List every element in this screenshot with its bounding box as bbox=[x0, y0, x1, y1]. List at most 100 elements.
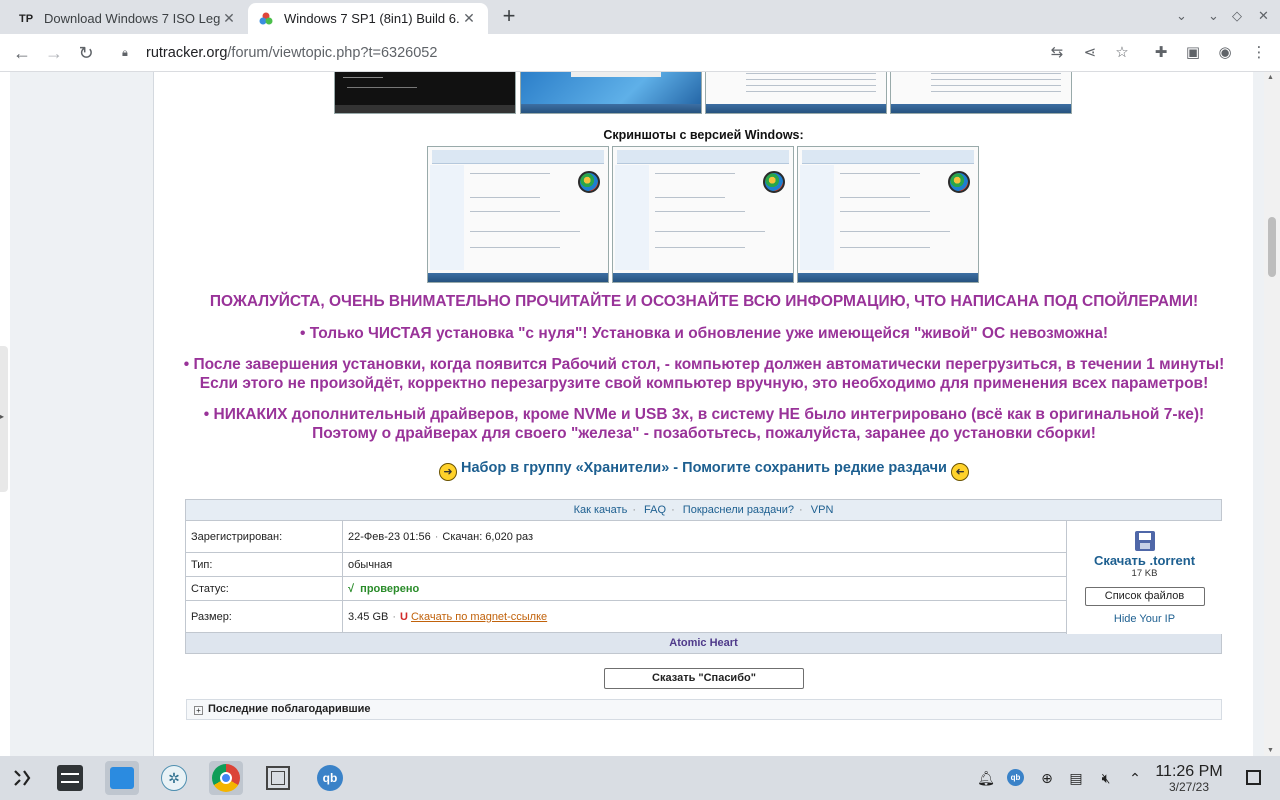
recent-thankers-spoiler[interactable]: + Последние поблагодарившие bbox=[186, 699, 1222, 720]
update-icon[interactable]: ⊕ bbox=[1038, 769, 1056, 787]
page-viewport: ▸ Скриншоты с версией Windows: ПОЖАЛУЙСТ… bbox=[0, 72, 1280, 756]
browser-toolbar: ← → ↻ 🔒︎ rutracker.org/forum/viewtopic.p… bbox=[0, 34, 1280, 72]
system-clock[interactable]: 11:26 PM 3/27/23 bbox=[1153, 763, 1225, 794]
keepers-recruitment: ➜ Набор в группу «Хранители» - Помогите … bbox=[154, 460, 1254, 481]
qbittorrent-tray-icon[interactable]: qb bbox=[1007, 769, 1025, 787]
chrome-app-icon[interactable] bbox=[209, 761, 243, 795]
notice-reboot: • После завершения установки, когда появ… bbox=[183, 356, 1225, 373]
status-label: Статус: bbox=[186, 577, 343, 600]
rutracker-favicon-icon bbox=[258, 11, 274, 27]
screenshots-heading: Скриншоты с версией Windows: bbox=[603, 128, 804, 142]
red-torrents-link[interactable]: Покраснели раздачи? bbox=[683, 504, 794, 516]
download-torrent-link[interactable]: Скачать .torrent bbox=[1067, 553, 1222, 568]
notice-drivers-advice: Поэтому о драйверах для своего "железа" … bbox=[312, 425, 1096, 442]
registered-date: 22-Фев-23 01:56 bbox=[348, 530, 431, 543]
tab-download-windows[interactable]: TP Download Windows 7 ISO Legit ✕ bbox=[8, 3, 248, 34]
screenshot-thumbnail[interactable] bbox=[334, 72, 516, 114]
clipboard-icon[interactable]: ▤ bbox=[1067, 769, 1085, 787]
screenshot-thumbnail[interactable] bbox=[705, 72, 887, 114]
expand-plus-icon: + bbox=[194, 706, 203, 715]
screenshot-thumbnail[interactable] bbox=[612, 146, 794, 283]
extensions-puzzle-icon[interactable]: ✚ bbox=[1151, 43, 1171, 63]
page-scrollbar[interactable]: ▲ ▼ bbox=[1264, 72, 1280, 756]
say-thanks-button[interactable]: Сказать "Спасибо" bbox=[604, 668, 804, 689]
lock-icon: 🔒︎ bbox=[122, 46, 128, 59]
menu-kebab-icon[interactable]: ⋮ bbox=[1249, 43, 1269, 63]
vpn-link[interactable]: VPN bbox=[811, 504, 834, 516]
close-window-icon[interactable]: ✕ bbox=[1258, 8, 1269, 24]
torrent-file-size: 17 KB bbox=[1131, 568, 1158, 579]
ad-banner-atomic-heart[interactable]: Atomic Heart bbox=[186, 632, 1221, 653]
url-path: /forum/viewtopic.php?t=6326052 bbox=[227, 45, 438, 61]
tab-windows7-sp1[interactable]: Windows 7 SP1 (8in1) Build 6. ✕ bbox=[248, 3, 488, 34]
size-value: 3.45 GB · U Скачать по magnet-ссылке bbox=[348, 610, 548, 623]
forward-arrow-icon[interactable]: → bbox=[43, 42, 65, 64]
arrow-left-icon: ➜ bbox=[951, 463, 969, 481]
magnet-icon: U bbox=[400, 610, 408, 623]
maximize-icon[interactable]: ◇ bbox=[1232, 8, 1242, 24]
chevron-up-icon[interactable]: ⌃ bbox=[1126, 769, 1144, 787]
how-to-download-link[interactable]: Как качать bbox=[574, 504, 628, 516]
notification-bell-icon[interactable]: 🔔︎ bbox=[977, 769, 995, 787]
notice-read-spoilers: ПОЖАЛУЙСТА, ОЧЕНЬ ВНИМАТЕЛЬНО ПРОЧИТАЙТЕ… bbox=[209, 293, 1199, 310]
faq-link[interactable]: FAQ bbox=[644, 504, 666, 516]
close-tab-icon[interactable]: ✕ bbox=[460, 10, 478, 28]
new-tab-button[interactable]: + bbox=[498, 5, 520, 28]
tab-title: Download Windows 7 ISO Legit bbox=[44, 11, 220, 26]
launcher-icon[interactable] bbox=[5, 761, 39, 795]
clock-date: 3/27/23 bbox=[1168, 780, 1210, 794]
notice-reboot-manual: Если этого не произойдёт, корректно пере… bbox=[199, 375, 1209, 392]
size-label: Размер: bbox=[186, 601, 343, 632]
qbittorrent-app-icon[interactable]: qb bbox=[313, 761, 347, 795]
registered-value: 22-Фев-23 01:56 · Скачан: 6,020 раз bbox=[348, 530, 534, 543]
side-drawer-handle[interactable]: ▸ bbox=[0, 346, 8, 492]
profile-avatar-icon[interactable]: ◉ bbox=[1215, 43, 1235, 63]
overview-desk-icon[interactable] bbox=[1244, 769, 1262, 787]
share-icon[interactable]: ⋖ bbox=[1080, 43, 1100, 63]
magnet-link[interactable]: Скачать по magnet-ссылке bbox=[411, 611, 547, 623]
status-text: проверено bbox=[360, 582, 420, 595]
type-value: обычная bbox=[348, 558, 393, 571]
volume-muted-icon[interactable]: 🔇︎ bbox=[1097, 769, 1115, 787]
linux-penguin-app-icon[interactable]: ✲ bbox=[157, 761, 191, 795]
help-links: Как качать · FAQ · Покраснели раздачи? · VP… bbox=[186, 500, 1221, 521]
tp-favicon-icon: TP bbox=[18, 12, 34, 25]
registered-label: Зарегистрирован: bbox=[186, 521, 343, 552]
screenshot-thumbnail[interactable] bbox=[797, 146, 979, 283]
screenshot-thumbnail[interactable] bbox=[890, 72, 1072, 114]
notice-clean-install: • Только ЧИСТАЯ установка "с нуля"! Уста… bbox=[299, 325, 1109, 342]
download-box: Скачать .torrent 17 KB Список файлов Hid… bbox=[1066, 521, 1222, 634]
recent-thankers-label: Последние поблагодарившие bbox=[208, 703, 371, 715]
back-arrow-icon[interactable]: ← bbox=[11, 42, 33, 64]
torrent-info-table: Как качать · FAQ · Покраснели раздачи? · VP… bbox=[185, 499, 1222, 654]
status-value: √ проверено bbox=[343, 577, 1066, 600]
tab-title: Windows 7 SP1 (8in1) Build 6. bbox=[284, 11, 460, 26]
screenshot-thumbnail[interactable] bbox=[520, 72, 702, 114]
address-bar[interactable]: 🔒︎ rutracker.org/forum/viewtopic.php?t=6… bbox=[110, 39, 1150, 67]
side-panel-icon[interactable]: ▣ bbox=[1183, 43, 1203, 63]
screenshot-tool-icon[interactable] bbox=[261, 761, 295, 795]
tab-search-icon[interactable]: ⌄ bbox=[1176, 8, 1187, 24]
url-host: rutracker.org bbox=[146, 45, 228, 61]
hide-ip-link[interactable]: Hide Your IP bbox=[1067, 613, 1222, 625]
translate-icon[interactable]: ⇆ bbox=[1047, 43, 1067, 63]
download-count: Скачан: 6,020 раз bbox=[442, 530, 534, 543]
type-label: Тип: bbox=[186, 553, 343, 576]
tab-strip: TP Download Windows 7 ISO Legit ✕ Window… bbox=[0, 0, 1280, 34]
keepers-link[interactable]: Набор в группу «Хранители» - Помогите со… bbox=[461, 460, 947, 476]
size-text: 3.45 GB bbox=[348, 610, 389, 623]
arrow-right-icon: ➜ bbox=[438, 463, 457, 481]
checkmark-icon: √ bbox=[348, 582, 355, 595]
bookmark-star-icon[interactable]: ☆ bbox=[1112, 43, 1132, 63]
minimize-icon[interactable]: ⌄ bbox=[1208, 8, 1219, 24]
floppy-disk-icon[interactable] bbox=[1134, 531, 1155, 551]
file-list-button[interactable]: Список файлов bbox=[1084, 587, 1205, 606]
settings-app-icon[interactable] bbox=[53, 761, 87, 795]
reload-icon[interactable]: ↻ bbox=[75, 42, 97, 64]
play-store-icon[interactable] bbox=[105, 761, 139, 795]
close-tab-icon[interactable]: ✕ bbox=[220, 10, 238, 28]
scrollbar-thumb[interactable] bbox=[1268, 217, 1276, 277]
os-shelf: ✲ qb 🔔︎ qb ⊕ ▤ 🔇︎ ⌃ 11:26 PM 3/27/23 bbox=[0, 756, 1280, 800]
screenshot-thumbnail[interactable] bbox=[427, 146, 609, 283]
clock-time: 11:26 PM bbox=[1155, 763, 1223, 780]
